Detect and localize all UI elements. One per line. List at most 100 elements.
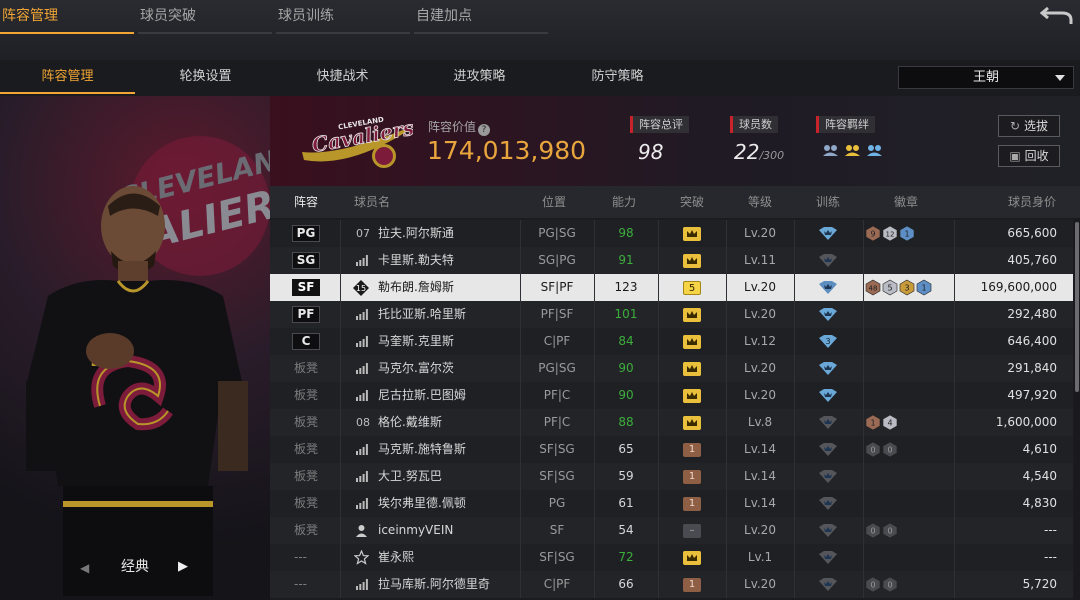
player-position: PF|SF	[540, 307, 574, 321]
help-icon[interactable]: ?	[478, 124, 491, 136]
training-icon[interactable]	[817, 469, 839, 484]
player-rating: 65	[618, 442, 634, 456]
player-rating: 101	[614, 307, 638, 321]
column-divider	[954, 274, 955, 301]
player-rating: 88	[618, 415, 634, 429]
player-level: Lv.14	[744, 442, 776, 456]
column-divider	[954, 436, 955, 463]
synergy-icons[interactable]	[822, 142, 892, 160]
player-name: 埃尔弗里德.佩顿	[378, 496, 466, 510]
player-rating: 59	[618, 469, 634, 483]
tab-lineup-management[interactable]: 阵容管理	[0, 0, 134, 34]
signal-bars-icon	[356, 309, 368, 320]
pick-button[interactable]: ↻ 选拔	[998, 115, 1060, 137]
subtab-rotation[interactable]: 轮换设置	[138, 60, 273, 94]
player-count-value: 22	[734, 140, 760, 164]
column-divider	[340, 517, 341, 544]
style-prev-icon[interactable]: ◀	[80, 561, 89, 575]
style-next-icon[interactable]: ▶	[178, 559, 188, 574]
lineup-value-label: 阵容价值?	[428, 118, 491, 136]
recycle-button[interactable]: ▣ 回收	[998, 145, 1060, 167]
player-name: 崔永熙	[378, 550, 415, 564]
col-badges[interactable]: 徽章	[894, 186, 918, 218]
column-divider	[340, 544, 341, 571]
back-arrow-icon[interactable]	[1040, 2, 1074, 26]
training-icon[interactable]	[817, 577, 839, 592]
training-icon[interactable]	[817, 280, 839, 295]
table-row[interactable]: --- 拉马库斯.阿尔德里奇 C|PF 66 1 Lv.20 0 0 5,720	[270, 571, 1073, 598]
col-training[interactable]: 训练	[816, 186, 840, 218]
role-badge: PF	[292, 306, 320, 323]
player-name: 勒布朗.詹姆斯	[378, 280, 454, 294]
chevron-down-icon	[1055, 75, 1065, 81]
table-row[interactable]: 板凳 iceinmyVEIN SF 54– Lv.20 0 0 ---	[270, 517, 1073, 544]
col-level[interactable]: 等级	[748, 186, 772, 218]
player-position: SF|SG	[539, 469, 575, 483]
table-row[interactable]: SG 卡里斯.勒夫特 SG|PG 91 Lv.11 405,760	[270, 247, 1073, 274]
table-row[interactable]: 板凳 马克斯.施特鲁斯 SF|SG 65 1 Lv.14 0 0 4,610	[270, 436, 1073, 463]
col-lineup[interactable]: 阵容	[294, 186, 318, 218]
tab-player-breakthrough[interactable]: 球员突破	[138, 0, 272, 34]
subtab-lineup[interactable]: 阵容管理	[0, 60, 135, 94]
table-row[interactable]: 板凳 08 格伦.戴维斯 PF|C 88 Lv.8 1 4 1,600,000	[270, 409, 1073, 436]
training-icon[interactable]	[817, 442, 839, 457]
crown-icon	[683, 416, 701, 430]
player-value: 169,600,000	[980, 280, 1057, 294]
table-row[interactable]: C 马奎斯.克里斯 C|PF 84 Lv.12 3 646,400	[270, 328, 1073, 355]
player-value: 405,760	[1007, 253, 1057, 267]
crown-icon	[683, 335, 701, 349]
training-icon[interactable]	[817, 253, 839, 268]
column-divider	[954, 517, 955, 544]
col-value[interactable]: 球员身价	[1008, 186, 1056, 218]
badge-icons[interactable]: 00	[864, 441, 900, 458]
player-value: 665,600	[1007, 226, 1057, 240]
training-icon[interactable]	[817, 415, 839, 430]
badge-icons[interactable]: 9 12 1	[864, 225, 917, 242]
player-rating: 72	[618, 550, 634, 564]
training-icon[interactable]	[817, 388, 839, 403]
column-divider	[658, 247, 659, 274]
table-row[interactable]: 板凳 埃尔弗里德.佩顿 PG 61 1 Lv.14 4,830	[270, 490, 1073, 517]
training-icon[interactable]	[817, 550, 839, 565]
synergy-lightblue-icon	[867, 145, 882, 156]
badge-icons[interactable]: 48 5 3 1	[864, 279, 934, 296]
table-row[interactable]: 板凳 尼古拉斯.巴图姆 PF|C 90 Lv.20 497,920	[270, 382, 1073, 409]
training-icon[interactable]	[817, 361, 839, 376]
top-tab-bar: 阵容管理 球员突破 球员训练 自建加点	[0, 0, 1080, 60]
role-label: 板凳	[294, 523, 319, 537]
badge-icons[interactable]: 14	[864, 414, 900, 431]
subtab-quick-tactics[interactable]: 快捷战术	[275, 60, 410, 94]
table-row[interactable]: SF 15 勒布朗.詹姆斯 SF|PF 123 5 Lv.20 48 5 3 1 169,600,00…	[270, 274, 1073, 301]
col-breakthrough[interactable]: 突破	[680, 186, 704, 218]
table-row[interactable]: 板凳 马克尔.富尔茨 PG|SG 90 Lv.20 291,840	[270, 355, 1073, 382]
col-player-name[interactable]: 球员名	[354, 186, 390, 218]
player-position: SF|SG	[539, 442, 575, 456]
column-divider	[863, 490, 864, 517]
player-name: 尼古拉斯.巴图姆	[378, 388, 466, 402]
badge-icons[interactable]: 00	[864, 576, 900, 593]
player-level: Lv.20	[744, 280, 776, 294]
training-icon[interactable]	[817, 523, 839, 538]
table-row[interactable]: --- 崔永熙 SF|SG 72 Lv.1 ---	[270, 544, 1073, 571]
training-icon[interactable]	[817, 496, 839, 511]
player-value: 646,400	[1007, 334, 1057, 348]
table-row[interactable]: PG 07 拉夫.阿尔斯通 PG|SG 98 Lv.20 9 12 1 665,600	[270, 220, 1073, 247]
training-icon[interactable]	[817, 226, 839, 241]
tab-player-training[interactable]: 球员训练	[276, 0, 410, 34]
column-divider	[794, 220, 795, 247]
badge-icons[interactable]: 00	[864, 522, 900, 539]
subtab-defense[interactable]: 防守策略	[550, 60, 685, 94]
tab-custom-points[interactable]: 自建加点	[414, 0, 548, 34]
subtab-offense[interactable]: 进攻策略	[412, 60, 547, 94]
table-row[interactable]: PF 托比亚斯.哈里斯 PF|SF 101 Lv.20 292,480	[270, 301, 1073, 328]
col-rating[interactable]: 能力	[612, 186, 636, 218]
tactic-dropdown[interactable]: 王朝	[898, 66, 1074, 89]
col-position[interactable]: 位置	[542, 186, 566, 218]
training-icon[interactable]: 3	[817, 334, 839, 349]
table-row[interactable]: 板凳 大卫.努瓦巴 SF|SG 59 1 Lv.14 4,540	[270, 463, 1073, 490]
player-level: Lv.20	[744, 226, 776, 240]
training-icon[interactable]	[817, 307, 839, 322]
player-position: SF|PF	[540, 280, 574, 294]
column-divider	[658, 490, 659, 517]
scrollbar-thumb[interactable]	[1075, 222, 1079, 392]
